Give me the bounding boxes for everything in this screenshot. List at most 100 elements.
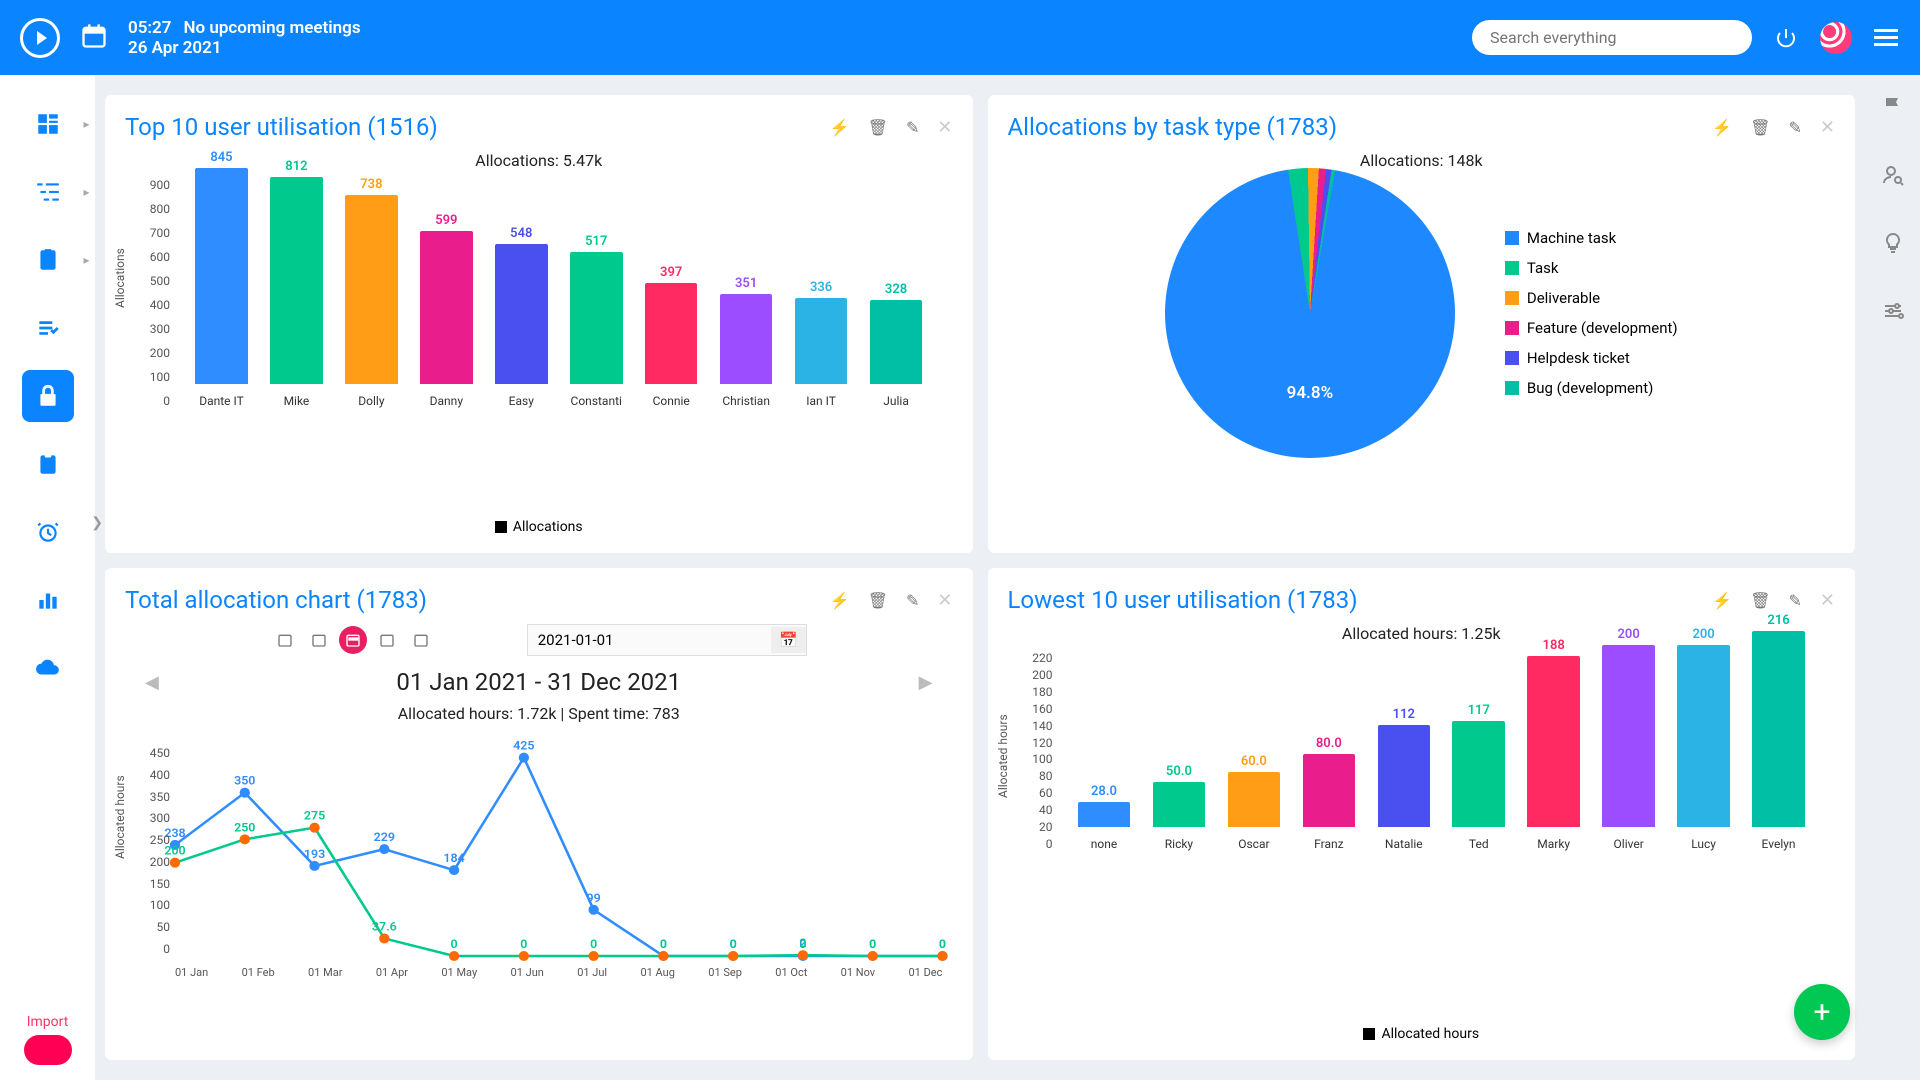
bar-group: 200Lucy [1667, 645, 1740, 851]
bar-group: 845Dante IT [185, 168, 258, 408]
chart-legend: Allocated hours [1008, 1026, 1836, 1042]
pie-main-label: 94.8% [1287, 383, 1334, 403]
date-input[interactable]: 2021-01-01 📅 [527, 624, 807, 656]
app-header: 05:27 No upcoming meetings 26 Apr 2021 [0, 0, 1920, 75]
svg-text:275: 275 [304, 809, 325, 823]
bar-group: 351Christian [710, 294, 783, 408]
red-fab-button[interactable] [24, 1035, 72, 1065]
power-icon[interactable] [1772, 24, 1800, 52]
prev-arrow-icon[interactable]: ◀ [145, 672, 159, 693]
bar-chart-lowest: 220200180160140120100806040200 28.0none5… [1058, 651, 1826, 851]
flag-icon[interactable] [1881, 95, 1905, 123]
svg-text:350: 350 [234, 774, 255, 788]
bar-group: 112Natalie [1367, 725, 1440, 851]
svg-text:0: 0 [520, 937, 527, 951]
svg-text:229: 229 [374, 830, 395, 844]
right-sidebar [1865, 75, 1920, 1080]
pencil-icon[interactable]: ✎ [906, 118, 919, 137]
chart-subtitle: Allocations: 148k [1008, 151, 1836, 170]
bar-group: 60.0Oscar [1217, 772, 1290, 851]
bar-group: 117Ted [1442, 721, 1515, 851]
chevron-right-icon: ▸ [83, 185, 89, 199]
legend-item: Helpdesk ticket [1505, 349, 1678, 367]
bar-group: 599Danny [410, 231, 483, 408]
bolt-icon[interactable]: ⚡ [1712, 591, 1732, 610]
bar-group: 517Constanti [560, 252, 633, 408]
trash-icon[interactable]: 🗑 [1750, 118, 1770, 137]
close-icon[interactable]: ✕ [1820, 590, 1835, 611]
bar-group: 216Evelyn [1742, 631, 1815, 851]
card-title: Allocations by task type (1783) [1008, 113, 1338, 141]
sidebar-clipboard2-icon[interactable] [22, 438, 74, 490]
sidebar-cloud-icon[interactable] [22, 642, 74, 694]
svg-text:0: 0 [590, 937, 597, 951]
chart-summary: Allocated hours: 1.72k | Spent time: 783 [125, 704, 953, 723]
person-search-icon[interactable] [1881, 163, 1905, 191]
line-chart: 450400350300250200150100500 238350193229… [175, 746, 943, 956]
card-top10-utilisation: Top 10 user utilisation (1516) ⚡ 🗑 ✎ ✕ A… [105, 95, 973, 553]
bolt-icon[interactable]: ⚡ [830, 118, 850, 137]
svg-text:0: 0 [939, 937, 946, 951]
bar-group: 80.0Franz [1292, 754, 1365, 851]
add-fab-button[interactable]: + [1794, 984, 1850, 1040]
sidebar-dashboard-icon[interactable]: ▸ [22, 98, 74, 150]
pie-legend: Machine taskTaskDeliverableFeature (deve… [1505, 229, 1678, 397]
import-label[interactable]: Import [27, 1014, 69, 1030]
cal-year-button[interactable] [407, 626, 435, 654]
chevron-right-icon: ▸ [83, 117, 89, 131]
legend-item: Deliverable [1505, 289, 1678, 307]
meeting-status: No upcoming meetings [183, 18, 360, 38]
cal-week-button[interactable] [305, 626, 333, 654]
logo-icon[interactable] [20, 18, 60, 58]
avatar[interactable] [1820, 22, 1852, 54]
lightbulb-icon[interactable] [1881, 231, 1905, 259]
svg-text:0: 0 [660, 937, 667, 951]
card-task-type: Allocations by task type (1783) ⚡ 🗑 ✎ ✕ … [988, 95, 1856, 553]
bar-group: 328Julia [860, 300, 933, 408]
calendar-icon[interactable] [80, 22, 108, 54]
sidebar-barchart-icon[interactable] [22, 574, 74, 626]
sidebar-alarm-icon[interactable] [22, 506, 74, 558]
close-icon[interactable]: ✕ [1820, 117, 1835, 138]
legend-item: Machine task [1505, 229, 1678, 247]
bar-group: 336Ian IT [785, 298, 858, 408]
cal-month-button[interactable] [339, 626, 367, 654]
legend-item: Feature (development) [1505, 319, 1678, 337]
svg-text:0: 0 [730, 937, 737, 951]
left-sidebar: ▸ ▸ ▸ ❯ Import [0, 75, 95, 1080]
pencil-icon[interactable]: ✎ [906, 591, 919, 610]
trash-icon[interactable]: 🗑 [868, 118, 888, 137]
sliders-icon[interactable] [1881, 299, 1905, 327]
bolt-icon[interactable]: ⚡ [830, 591, 850, 610]
pencil-icon[interactable]: ✎ [1789, 118, 1802, 137]
bar-chart-top10: 9008007006005004003002001000 845Dante IT… [175, 178, 943, 408]
search-input[interactable] [1472, 20, 1752, 55]
legend-item: Bug (development) [1505, 379, 1678, 397]
cal-quarter-button[interactable] [373, 626, 401, 654]
svg-text:37.6: 37.6 [372, 920, 397, 934]
sidebar-hierarchy-icon[interactable]: ▸ [22, 166, 74, 218]
next-arrow-icon[interactable]: ▶ [919, 672, 933, 693]
header-time: 05:27 [128, 18, 171, 38]
bar-group: 28.0none [1068, 802, 1141, 851]
svg-text:250: 250 [234, 821, 255, 835]
bolt-icon[interactable]: ⚡ [1712, 118, 1732, 137]
cal-day-button[interactable] [271, 626, 299, 654]
pencil-icon[interactable]: ✎ [1789, 591, 1802, 610]
card-title: Top 10 user utilisation (1516) [125, 113, 438, 141]
sidebar-clipboard-icon[interactable]: ▸ [22, 234, 74, 286]
svg-text:0: 0 [869, 937, 876, 951]
bar-group: 397Connie [635, 283, 708, 408]
sidebar-lock-icon[interactable] [22, 370, 74, 422]
menu-icon[interactable] [1872, 24, 1900, 52]
trash-icon[interactable]: 🗑 [868, 591, 888, 610]
sidebar-checklist-icon[interactable] [22, 302, 74, 354]
trash-icon[interactable]: 🗑 [1750, 591, 1770, 610]
close-icon[interactable]: ✕ [937, 590, 952, 611]
card-total-allocation: Total allocation chart (1783) ⚡ 🗑 ✎ ✕ 20… [105, 568, 973, 1060]
header-date: 26 Apr 2021 [128, 38, 361, 58]
close-icon[interactable]: ✕ [937, 117, 952, 138]
calendar-picker-icon[interactable]: 📅 [771, 627, 806, 653]
bar-group: 548Easy [485, 244, 558, 408]
svg-text:0: 0 [451, 937, 458, 951]
